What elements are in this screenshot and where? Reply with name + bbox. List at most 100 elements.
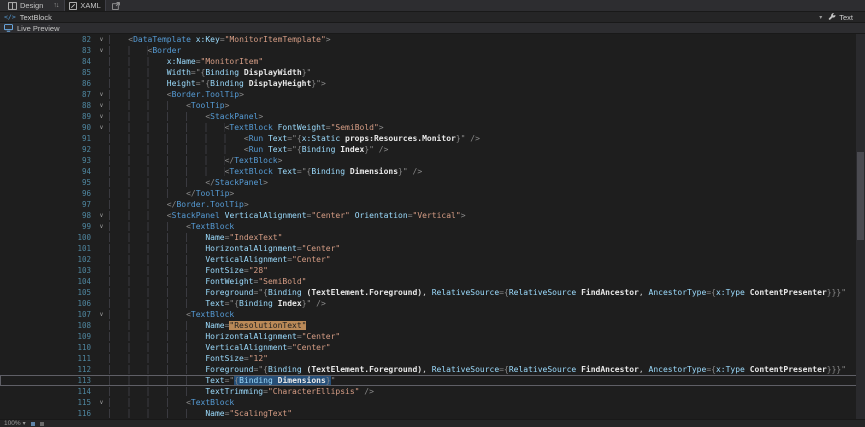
line-number[interactable]: 95 — [0, 177, 94, 188]
code-text[interactable]: <ToolTip> — [109, 100, 865, 111]
line-number[interactable]: 91 — [0, 133, 94, 144]
line-number[interactable]: 86 — [0, 78, 94, 89]
code-line[interactable]: 83∨ <Border — [0, 45, 865, 56]
code-line[interactable]: 84 x:Name="MonitorItem" — [0, 56, 865, 67]
fold-chevron-icon[interactable]: ∨ — [94, 397, 109, 408]
line-number[interactable]: 105 — [0, 287, 94, 298]
line-number[interactable]: 100 — [0, 232, 94, 243]
code-line[interactable]: 97 </Border.ToolTip> — [0, 199, 865, 210]
zoom-select[interactable]: 100% ▾ — [4, 420, 26, 427]
code-line[interactable]: 92 <Run Text="{Binding Index}" /> — [0, 144, 865, 155]
code-line[interactable]: 93 </TextBlock> — [0, 155, 865, 166]
line-number[interactable]: 99 — [0, 221, 94, 232]
code-line[interactable]: 87∨ <Border.ToolTip> — [0, 89, 865, 100]
line-number[interactable]: 111 — [0, 353, 94, 364]
line-number[interactable]: 101 — [0, 243, 94, 254]
code-line[interactable]: 101 HorizontalAlignment="Center" — [0, 243, 865, 254]
line-number[interactable]: 115 — [0, 397, 94, 408]
fold-chevron-icon[interactable]: ∨ — [94, 122, 109, 133]
code-text[interactable]: Name="IndexText" — [109, 232, 865, 243]
line-number[interactable]: 116 — [0, 408, 94, 419]
code-line[interactable]: 106 Text="{Binding Index}" /> — [0, 298, 865, 309]
code-text[interactable]: <DataTemplate x:Key="MonitorItemTemplate… — [109, 34, 865, 45]
code-text[interactable]: </Border.ToolTip> — [109, 199, 865, 210]
code-text[interactable]: <Border.ToolTip> — [109, 89, 865, 100]
code-text[interactable]: FontSize="12" — [109, 353, 865, 364]
line-number[interactable]: 85 — [0, 67, 94, 78]
line-number[interactable]: 94 — [0, 166, 94, 177]
code-line[interactable]: 115∨ <TextBlock — [0, 397, 865, 408]
code-text[interactable]: </TextBlock> — [109, 155, 865, 166]
code-text[interactable]: <StackPanel> — [109, 111, 865, 122]
code-text[interactable]: <TextBlock — [109, 397, 865, 408]
code-line[interactable]: 96 </ToolTip> — [0, 188, 865, 199]
line-number[interactable]: 93 — [0, 155, 94, 166]
code-line[interactable]: 109 HorizontalAlignment="Center" — [0, 331, 865, 342]
code-line[interactable]: 114 TextTrimming="CharacterEllipsis" /> — [0, 386, 865, 397]
line-number[interactable]: 82 — [0, 34, 94, 45]
code-line[interactable]: 100 Name="IndexText" — [0, 232, 865, 243]
code-line[interactable]: 90∨ <TextBlock FontWeight="SemiBold"> — [0, 122, 865, 133]
code-line[interactable]: 91 <Run Text="{x:Static props:Resources.… — [0, 133, 865, 144]
swap-panes-icon[interactable]: ↑↓ — [53, 2, 58, 9]
code-text[interactable]: VerticalAlignment="Center" — [109, 254, 865, 265]
code-line[interactable]: 82∨ <DataTemplate x:Key="MonitorItemTemp… — [0, 34, 865, 45]
fold-chevron-icon[interactable]: ∨ — [94, 100, 109, 111]
line-number[interactable]: 108 — [0, 320, 94, 331]
status-icon[interactable] — [31, 422, 35, 426]
fold-chevron-icon[interactable]: ∨ — [94, 210, 109, 221]
code-line[interactable]: 105 Foreground="{Binding (TextElement.Fo… — [0, 287, 865, 298]
code-text[interactable]: <TextBlock — [109, 309, 865, 320]
code-text[interactable]: <Border — [109, 45, 865, 56]
fold-chevron-icon[interactable]: ∨ — [94, 45, 109, 56]
line-number[interactable]: 87 — [0, 89, 94, 100]
code-text[interactable]: </StackPanel> — [109, 177, 865, 188]
code-line[interactable]: 94 <TextBlock Text="{Binding Dimensions}… — [0, 166, 865, 177]
line-number[interactable]: 89 — [0, 111, 94, 122]
code-text[interactable]: Text="{Binding Dimensions}" — [109, 375, 865, 386]
code-text[interactable]: <TextBlock FontWeight="SemiBold"> — [109, 122, 865, 133]
fold-chevron-icon[interactable]: ∨ — [94, 111, 109, 122]
code-text[interactable]: Foreground="{Binding (TextElement.Foregr… — [109, 364, 865, 375]
code-text[interactable]: HorizontalAlignment="Center" — [109, 331, 865, 342]
line-number[interactable]: 98 — [0, 210, 94, 221]
line-number[interactable]: 97 — [0, 199, 94, 210]
code-line[interactable]: 102 VerticalAlignment="Center" — [0, 254, 865, 265]
code-text[interactable]: <Run Text="{Binding Index}" /> — [109, 144, 865, 155]
line-number[interactable]: 110 — [0, 342, 94, 353]
code-text[interactable]: Text="{Binding Index}" /> — [109, 298, 865, 309]
code-line[interactable]: 110 VerticalAlignment="Center" — [0, 342, 865, 353]
line-number[interactable]: 103 — [0, 265, 94, 276]
code-text[interactable]: <StackPanel VerticalAlignment="Center" O… — [109, 210, 865, 221]
code-line[interactable]: 107∨ <TextBlock — [0, 309, 865, 320]
code-line[interactable]: 88∨ <ToolTip> — [0, 100, 865, 111]
fold-chevron-icon[interactable]: ∨ — [94, 34, 109, 45]
popout-window-icon[interactable] — [112, 2, 120, 10]
code-line[interactable]: 113 Text="{Binding Dimensions}" — [0, 375, 865, 386]
line-number[interactable]: 114 — [0, 386, 94, 397]
code-line[interactable]: 85 Width="{Binding DisplayWidth}" — [0, 67, 865, 78]
code-line[interactable]: 108 Name="ResolutionText" — [0, 320, 865, 331]
code-text[interactable]: x:Name="MonitorItem" — [109, 56, 865, 67]
line-number[interactable]: 90 — [0, 122, 94, 133]
line-number[interactable]: 84 — [0, 56, 94, 67]
code-line[interactable]: 103 FontSize="28" — [0, 265, 865, 276]
design-tab[interactable]: Design — [4, 0, 47, 11]
code-text[interactable]: Foreground="{Binding (TextElement.Foregr… — [109, 287, 865, 298]
line-number[interactable]: 112 — [0, 364, 94, 375]
code-text[interactable]: Name="ScalingText" — [109, 408, 865, 419]
live-preview-tab[interactable]: Live Preview — [4, 24, 60, 33]
line-number[interactable]: 88 — [0, 100, 94, 111]
line-number[interactable]: 92 — [0, 144, 94, 155]
code-text[interactable]: <Run Text="{x:Static props:Resources.Mon… — [109, 133, 865, 144]
chevron-down-icon[interactable]: ▾ — [819, 14, 822, 21]
code-text[interactable]: FontWeight="SemiBold" — [109, 276, 865, 287]
code-line[interactable]: 116 Name="ScalingText" — [0, 408, 865, 419]
line-number[interactable]: 107 — [0, 309, 94, 320]
code-line[interactable]: 98∨ <StackPanel VerticalAlignment="Cente… — [0, 210, 865, 221]
scrollbar-thumb[interactable] — [857, 152, 864, 240]
code-text[interactable]: <TextBlock — [109, 221, 865, 232]
code-text[interactable]: </ToolTip> — [109, 188, 865, 199]
code-line[interactable]: 99∨ <TextBlock — [0, 221, 865, 232]
line-number[interactable]: 102 — [0, 254, 94, 265]
